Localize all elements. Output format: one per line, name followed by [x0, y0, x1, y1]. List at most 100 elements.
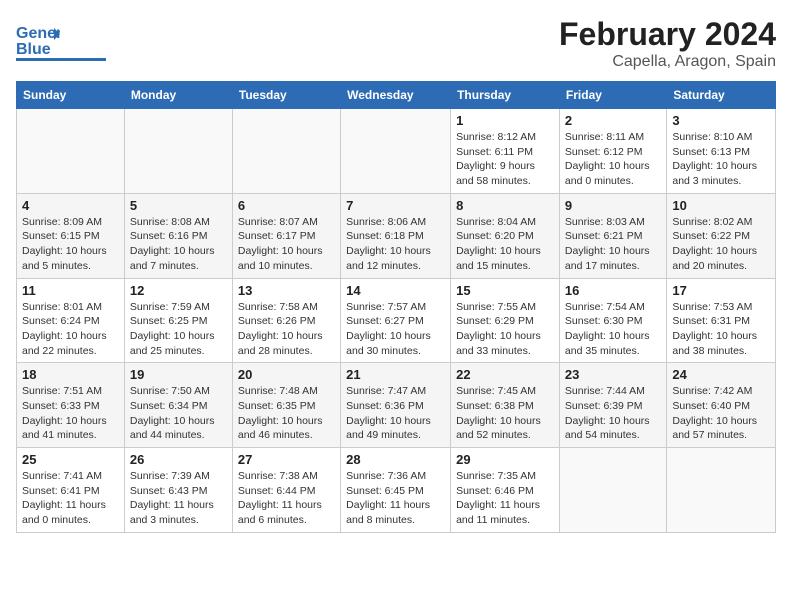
day-info: Sunrise: 7:50 AM Sunset: 6:34 PM Dayligh…	[130, 384, 227, 443]
day-number: 3	[672, 113, 770, 128]
calendar-day-cell: 23 Sunrise: 7:44 AM Sunset: 6:39 PM Dayli…	[559, 363, 666, 448]
calendar-day-cell: 12 Sunrise: 7:59 AM Sunset: 6:25 PM Dayli…	[124, 278, 232, 363]
day-of-week-header: SundayMondayTuesdayWednesdayThursdayFrid…	[17, 82, 776, 109]
dow-header-cell: Monday	[124, 82, 232, 109]
day-info: Sunrise: 8:10 AM Sunset: 6:13 PM Dayligh…	[672, 130, 770, 189]
calendar-day-cell: 8 Sunrise: 8:04 AM Sunset: 6:20 PM Daylig…	[451, 193, 560, 278]
calendar-day-cell: 2 Sunrise: 8:11 AM Sunset: 6:12 PM Daylig…	[559, 109, 666, 194]
day-number: 9	[565, 198, 661, 213]
day-info: Sunrise: 8:02 AM Sunset: 6:22 PM Dayligh…	[672, 215, 770, 274]
day-info: Sunrise: 7:54 AM Sunset: 6:30 PM Dayligh…	[565, 300, 661, 359]
calendar-day-cell: 11 Sunrise: 8:01 AM Sunset: 6:24 PM Dayli…	[17, 278, 125, 363]
logo-icon: General Blue	[16, 20, 60, 58]
calendar-table: SundayMondayTuesdayWednesdayThursdayFrid…	[16, 81, 776, 533]
calendar-day-cell: 1 Sunrise: 8:12 AM Sunset: 6:11 PM Daylig…	[451, 109, 560, 194]
page-subtitle: Capella, Aragon, Spain	[559, 53, 776, 71]
day-info: Sunrise: 7:48 AM Sunset: 6:35 PM Dayligh…	[238, 384, 335, 443]
calendar-week-row: 25 Sunrise: 7:41 AM Sunset: 6:41 PM Dayli…	[17, 448, 776, 533]
day-info: Sunrise: 8:07 AM Sunset: 6:17 PM Dayligh…	[238, 215, 335, 274]
day-number: 19	[130, 367, 227, 382]
calendar-day-cell: 17Sunrise: 7:53 AM Sunset: 6:31 PM Dayli…	[667, 278, 776, 363]
day-info: Sunrise: 7:44 AM Sunset: 6:39 PM Dayligh…	[565, 384, 661, 443]
day-info: Sunrise: 7:36 AM Sunset: 6:45 PM Dayligh…	[346, 469, 445, 528]
calendar-day-cell: 25 Sunrise: 7:41 AM Sunset: 6:41 PM Dayli…	[17, 448, 125, 533]
logo-underline	[16, 58, 106, 61]
day-info: Sunrise: 8:09 AM Sunset: 6:15 PM Dayligh…	[22, 215, 119, 274]
day-number: 5	[130, 198, 227, 213]
day-number: 16	[565, 283, 661, 298]
day-number: 8	[456, 198, 554, 213]
day-number: 25	[22, 452, 119, 467]
day-number: 20	[238, 367, 335, 382]
day-info: Sunrise: 7:39 AM Sunset: 6:43 PM Dayligh…	[130, 469, 227, 528]
day-number: 2	[565, 113, 661, 128]
calendar-day-cell: 14 Sunrise: 7:57 AM Sunset: 6:27 PM Dayli…	[341, 278, 451, 363]
calendar-day-cell: 29Sunrise: 7:35 AM Sunset: 6:46 PM Dayli…	[451, 448, 560, 533]
dow-header-cell: Tuesday	[232, 82, 340, 109]
svg-text:General: General	[16, 25, 60, 42]
day-number: 21	[346, 367, 445, 382]
calendar-day-cell	[341, 109, 451, 194]
calendar-week-row: 1 Sunrise: 8:12 AM Sunset: 6:11 PM Daylig…	[17, 109, 776, 194]
dow-header-cell: Thursday	[451, 82, 560, 109]
day-info: Sunrise: 7:47 AM Sunset: 6:36 PM Dayligh…	[346, 384, 445, 443]
day-info: Sunrise: 8:04 AM Sunset: 6:20 PM Dayligh…	[456, 215, 554, 274]
day-info: Sunrise: 8:12 AM Sunset: 6:11 PM Dayligh…	[456, 130, 554, 189]
day-number: 15	[456, 283, 554, 298]
dow-header-cell: Wednesday	[341, 82, 451, 109]
day-info: Sunrise: 7:51 AM Sunset: 6:33 PM Dayligh…	[22, 384, 119, 443]
calendar-day-cell: 7 Sunrise: 8:06 AM Sunset: 6:18 PM Daylig…	[341, 193, 451, 278]
calendar-day-cell: 28 Sunrise: 7:36 AM Sunset: 6:45 PM Dayli…	[341, 448, 451, 533]
calendar-day-cell	[559, 448, 666, 533]
calendar-day-cell: 15 Sunrise: 7:55 AM Sunset: 6:29 PM Dayli…	[451, 278, 560, 363]
dow-header-cell: Saturday	[667, 82, 776, 109]
calendar-day-cell: 4 Sunrise: 8:09 AM Sunset: 6:15 PM Daylig…	[17, 193, 125, 278]
day-number: 1	[456, 113, 554, 128]
calendar-day-cell: 21 Sunrise: 7:47 AM Sunset: 6:36 PM Dayli…	[341, 363, 451, 448]
day-number: 23	[565, 367, 661, 382]
calendar-week-row: 18Sunrise: 7:51 AM Sunset: 6:33 PM Dayli…	[17, 363, 776, 448]
day-info: Sunrise: 8:06 AM Sunset: 6:18 PM Dayligh…	[346, 215, 445, 274]
calendar-day-cell	[124, 109, 232, 194]
calendar-day-cell: 20 Sunrise: 7:48 AM Sunset: 6:35 PM Dayli…	[232, 363, 340, 448]
day-number: 24	[672, 367, 770, 382]
svg-text:Blue: Blue	[16, 41, 51, 58]
day-info: Sunrise: 7:58 AM Sunset: 6:26 PM Dayligh…	[238, 300, 335, 359]
day-number: 12	[130, 283, 227, 298]
day-number: 22	[456, 367, 554, 382]
day-info: Sunrise: 7:45 AM Sunset: 6:38 PM Dayligh…	[456, 384, 554, 443]
dow-header-cell: Sunday	[17, 82, 125, 109]
calendar-week-row: 11 Sunrise: 8:01 AM Sunset: 6:24 PM Dayli…	[17, 278, 776, 363]
calendar-day-cell: 6Sunrise: 8:07 AM Sunset: 6:17 PM Daylig…	[232, 193, 340, 278]
calendar-day-cell: 22 Sunrise: 7:45 AM Sunset: 6:38 PM Dayli…	[451, 363, 560, 448]
day-number: 11	[22, 283, 119, 298]
day-number: 26	[130, 452, 227, 467]
calendar-body: 1 Sunrise: 8:12 AM Sunset: 6:11 PM Daylig…	[17, 109, 776, 533]
day-info: Sunrise: 7:35 AM Sunset: 6:46 PM Dayligh…	[456, 469, 554, 528]
day-number: 4	[22, 198, 119, 213]
calendar-week-row: 4 Sunrise: 8:09 AM Sunset: 6:15 PM Daylig…	[17, 193, 776, 278]
day-info: Sunrise: 8:08 AM Sunset: 6:16 PM Dayligh…	[130, 215, 227, 274]
day-info: Sunrise: 8:11 AM Sunset: 6:12 PM Dayligh…	[565, 130, 661, 189]
day-info: Sunrise: 7:59 AM Sunset: 6:25 PM Dayligh…	[130, 300, 227, 359]
page-title: February 2024	[559, 16, 776, 53]
calendar-day-cell: 18Sunrise: 7:51 AM Sunset: 6:33 PM Dayli…	[17, 363, 125, 448]
day-info: Sunrise: 7:42 AM Sunset: 6:40 PM Dayligh…	[672, 384, 770, 443]
calendar-day-cell	[667, 448, 776, 533]
logo: General Blue	[16, 16, 106, 61]
day-info: Sunrise: 7:57 AM Sunset: 6:27 PM Dayligh…	[346, 300, 445, 359]
day-info: Sunrise: 7:38 AM Sunset: 6:44 PM Dayligh…	[238, 469, 335, 528]
day-info: Sunrise: 8:01 AM Sunset: 6:24 PM Dayligh…	[22, 300, 119, 359]
day-info: Sunrise: 8:03 AM Sunset: 6:21 PM Dayligh…	[565, 215, 661, 274]
calendar-day-cell: 3 Sunrise: 8:10 AM Sunset: 6:13 PM Daylig…	[667, 109, 776, 194]
day-info: Sunrise: 7:41 AM Sunset: 6:41 PM Dayligh…	[22, 469, 119, 528]
day-info: Sunrise: 7:55 AM Sunset: 6:29 PM Dayligh…	[456, 300, 554, 359]
calendar-day-cell: 19 Sunrise: 7:50 AM Sunset: 6:34 PM Dayli…	[124, 363, 232, 448]
calendar-day-cell: 16 Sunrise: 7:54 AM Sunset: 6:30 PM Dayli…	[559, 278, 666, 363]
calendar-day-cell: 26 Sunrise: 7:39 AM Sunset: 6:43 PM Dayli…	[124, 448, 232, 533]
day-info: Sunrise: 7:53 AM Sunset: 6:31 PM Dayligh…	[672, 300, 770, 359]
day-number: 14	[346, 283, 445, 298]
day-number: 28	[346, 452, 445, 467]
day-number: 7	[346, 198, 445, 213]
calendar-day-cell: 27Sunrise: 7:38 AM Sunset: 6:44 PM Dayli…	[232, 448, 340, 533]
